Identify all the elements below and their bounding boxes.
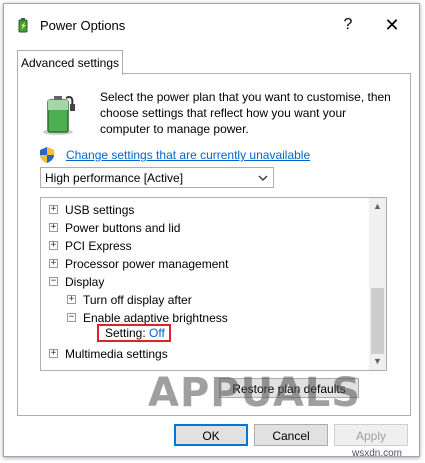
expand-icon[interactable]: + <box>67 295 76 304</box>
uac-shield-icon <box>40 147 54 163</box>
scroll-down-icon[interactable]: ▼ <box>369 353 386 370</box>
expand-icon[interactable]: + <box>49 205 58 214</box>
expand-icon[interactable]: + <box>49 241 58 250</box>
setting-label: Setting: <box>105 326 146 340</box>
tree-item-label: USB settings <box>65 203 135 217</box>
apply-button[interactable]: Apply <box>334 424 408 446</box>
cancel-button[interactable]: Cancel <box>254 424 328 446</box>
collapse-icon[interactable]: − <box>49 277 58 286</box>
tree-item-label: Turn off display after <box>83 293 192 307</box>
tree-item-label: PCI Express <box>65 239 132 253</box>
scroll-up-icon[interactable]: ▲ <box>369 198 386 215</box>
window-title: Power Options <box>40 18 126 33</box>
power-plan-value: High performance [Active] <box>45 171 184 185</box>
collapse-icon[interactable]: − <box>67 313 76 322</box>
power-plan-dropdown[interactable]: High performance [Active] <box>40 167 274 188</box>
chevron-down-icon <box>258 175 268 181</box>
expand-icon[interactable]: + <box>49 259 58 268</box>
power-options-icon <box>18 18 28 33</box>
close-button[interactable]: ✕ <box>370 10 414 40</box>
ok-button[interactable]: OK <box>174 424 248 446</box>
tree-item-label: Display <box>65 275 105 289</box>
title-bar[interactable]: Power Options ? ✕ <box>4 4 419 42</box>
change-settings-link[interactable]: Change settings that are currently unava… <box>66 148 310 162</box>
setting-value-link[interactable]: Off <box>149 326 165 340</box>
tab-label: Advanced settings <box>20 56 120 70</box>
battery-icon <box>43 96 75 135</box>
tab-advanced-settings[interactable]: Advanced settings <box>17 50 123 75</box>
site-watermark: wsxdn.com <box>352 448 403 459</box>
watermark-logo: APPUALS <box>148 370 362 416</box>
vertical-scrollbar[interactable]: ▲ ▼ <box>369 198 386 370</box>
help-button[interactable]: ? <box>326 10 370 40</box>
tree-item-label: Processor power management <box>65 257 229 271</box>
tree-item-label: Power buttons and lid <box>65 221 181 235</box>
description-text: Select the power plan that you want to c… <box>100 90 391 136</box>
scroll-thumb[interactable] <box>371 288 384 354</box>
adaptive-brightness-setting[interactable]: Setting: Off <box>97 324 171 342</box>
settings-tree[interactable]: + USB settings + Power buttons and lid +… <box>40 197 387 371</box>
expand-icon[interactable]: + <box>49 223 58 232</box>
tree-item-label: Multimedia settings <box>65 347 168 361</box>
expand-icon[interactable]: + <box>49 349 58 358</box>
advanced-settings-panel: Select the power plan that you want to c… <box>17 73 411 416</box>
